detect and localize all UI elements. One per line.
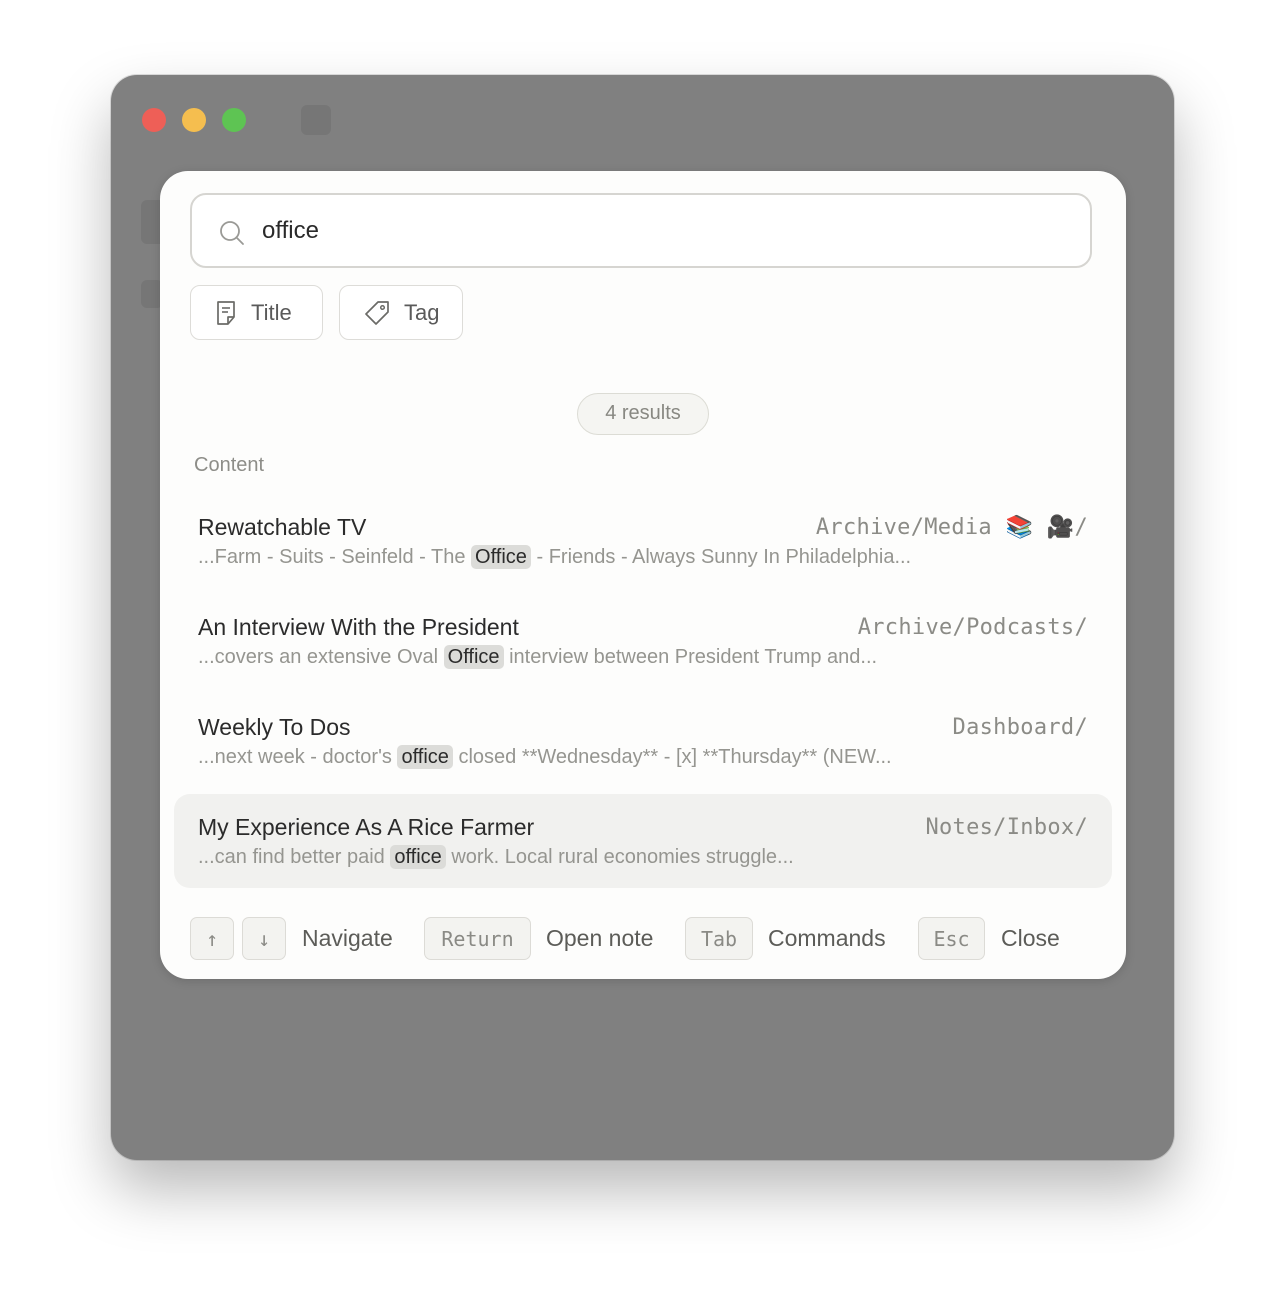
snippet-text: work. Local rural economies struggle... [445, 846, 794, 868]
result-title: My Experience As A Rice Farmer [198, 814, 535, 840]
result-title: Rewatchable TV [198, 514, 367, 540]
result-snippet: ...next week - doctor's office closed **… [198, 745, 892, 769]
navigate-hint-label: Navigate [302, 925, 393, 951]
arrow-up-key: ↑ [190, 917, 234, 960]
result-snippet: ...can find better paid office work. Loc… [198, 845, 794, 869]
snippet-match-highlight: office [390, 845, 446, 869]
close-hint-label: Close [1001, 925, 1060, 951]
search-query[interactable]: office [262, 195, 319, 266]
snippet-text: closed **Wednesday** - [x] **Thursday** … [452, 746, 892, 768]
filter-tag-label: Tag [404, 299, 440, 325]
results-count-badge: 4 results [577, 393, 709, 435]
search-input[interactable]: office [190, 193, 1092, 268]
close-window-button[interactable] [142, 108, 166, 132]
result-path: Notes/Inbox/ [925, 815, 1088, 840]
open-note-hint-label: Open note [546, 925, 654, 951]
result-path: Archive/Podcasts/ [857, 615, 1088, 640]
tab-key: Tab [685, 917, 753, 960]
section-label-content: Content [194, 454, 265, 476]
minimize-window-button[interactable] [182, 108, 206, 132]
snippet-match-highlight: office [397, 745, 453, 769]
keyboard-hints: ↑ ↓ Navigate Return Open note Tab Comman… [190, 917, 1096, 961]
result-item[interactable]: Weekly To Dos Dashboard/ ...next week - … [174, 694, 1112, 788]
snippet-text: - Friends - Always Sunny In Philadelphia… [530, 546, 912, 568]
result-path: Dashboard/ [952, 715, 1088, 740]
commands-hint-label: Commands [768, 925, 886, 951]
tag-icon [365, 300, 389, 325]
search-palette: office Title Tag 4 results Content Rewat… [160, 171, 1126, 979]
note-icon [217, 300, 235, 325]
result-snippet: ...covers an extensive Oval Office inter… [198, 645, 878, 669]
result-path: Archive/Media 📚 🎥/ [815, 515, 1088, 540]
result-item-selected[interactable]: My Experience As A Rice Farmer Notes/Inb… [174, 794, 1112, 888]
snippet-text: interview between President Trump and... [503, 646, 878, 668]
filter-tag-button[interactable]: Tag [339, 285, 463, 340]
result-item[interactable]: An Interview With the President Archive/… [174, 594, 1112, 688]
result-title: An Interview With the President [198, 614, 519, 640]
filter-title-button[interactable]: Title [190, 285, 323, 340]
arrow-down-key: ↓ [242, 917, 286, 960]
result-title: Weekly To Dos [198, 714, 351, 740]
snippet-text: ...can find better paid [198, 846, 391, 868]
snippet-text: ...Farm - Suits - Seinfeld - The [198, 546, 472, 568]
search-icon [220, 221, 244, 245]
snippet-text: ...next week - doctor's [198, 746, 398, 768]
zoom-window-button[interactable] [222, 108, 246, 132]
esc-key: Esc [918, 917, 985, 960]
filter-title-label: Title [251, 299, 292, 325]
snippet-match-highlight: Office [471, 545, 531, 569]
result-item[interactable]: Rewatchable TV Archive/Media 📚 🎥/ ...Far… [174, 494, 1112, 588]
result-snippet: ...Farm - Suits - Seinfeld - The Office … [198, 545, 912, 569]
return-key: Return [424, 917, 531, 960]
background-toolbar-icon [301, 105, 331, 135]
snippet-match-highlight: Office [443, 645, 504, 669]
snippet-text: ...covers an extensive Oval [198, 646, 444, 668]
